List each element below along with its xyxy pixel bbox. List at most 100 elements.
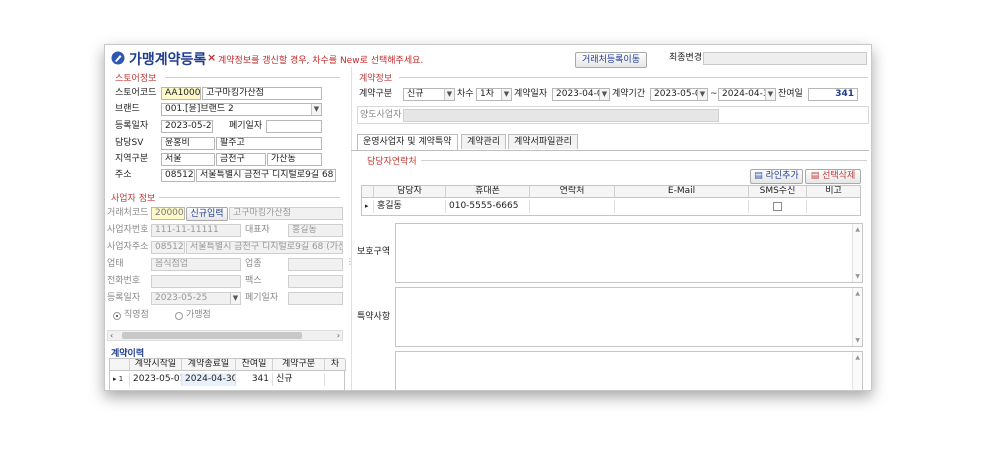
store-section-title: 스토어정보 [115, 74, 157, 84]
new-entry-button[interactable]: 신규입력 [186, 207, 228, 221]
region1-field[interactable]: 서울 [161, 153, 215, 166]
horizontal-scrollbar[interactable]: ‹ › [107, 330, 343, 341]
client-name-field[interactable]: 고구마킹가산점 [229, 207, 343, 220]
store-name-field[interactable]: 고구마킹가산점 [202, 87, 322, 100]
chevron-down-icon[interactable]: ▼ [855, 337, 860, 344]
client-code-field[interactable]: 200000 [151, 207, 185, 220]
zip-field[interactable]: 08512 [161, 169, 195, 182]
direct-store-radio[interactable] [113, 312, 121, 320]
sv-label: 담당SV [115, 138, 144, 148]
bizno-field[interactable]: 111-11-11111 [151, 224, 241, 237]
special-terms-textarea[interactable]: ▲ ▼ [395, 287, 863, 347]
chevron-up-icon[interactable]: ▲ [855, 226, 860, 233]
closedate-field[interactable] [266, 120, 322, 133]
ceo-field[interactable]: 홍길동 [288, 224, 343, 237]
tab-contract-files[interactable]: 계약서파일관리 [508, 134, 578, 149]
vertical-scrollbar[interactable]: ▲ [852, 352, 862, 390]
sms-checkbox[interactable] [773, 202, 782, 211]
chevron-down-icon[interactable]: ▼ [599, 89, 609, 100]
protect-zone-label: 보호구역 [357, 247, 391, 257]
tab-contract-manage[interactable]: 계약관리 [461, 134, 507, 149]
regdate-label: 등록일자 [115, 121, 149, 131]
biz-regdate-field[interactable]: 2023-05-25 ▼ [151, 292, 241, 305]
region2-field[interactable]: 금천구 [216, 153, 266, 166]
chevron-down-icon[interactable]: ▼ [230, 293, 240, 304]
grid-header: 담당자 [374, 186, 446, 198]
grid-header: E-Mail [615, 186, 749, 198]
bizzip-field[interactable]: 08512 [151, 241, 185, 254]
grid-cell[interactable] [807, 200, 860, 213]
store-code-label: 스토어코드 [115, 88, 157, 98]
grid-cell[interactable]: 341 [236, 373, 273, 386]
chevron-down-icon[interactable]: ▼ [311, 104, 321, 115]
brand-label: 브랜드 [115, 104, 140, 114]
contract-date-field[interactable]: 2023-04-01 ▼ [552, 88, 610, 101]
chevron-down-icon[interactable]: ▼ [765, 89, 775, 100]
row-indicator-icon: ▸ 1 [110, 373, 130, 386]
scrollbar-thumb[interactable] [122, 332, 302, 339]
add-row-icon: ▤ [754, 171, 763, 181]
bizaddr-field[interactable]: 서울특별시 금천구 디지털로9길 68 (가산 [186, 241, 343, 254]
ceo-label: 대표자 [245, 225, 270, 235]
franchise-radio[interactable] [175, 312, 183, 320]
row-number: 1 [118, 375, 124, 383]
phone-field[interactable] [151, 275, 241, 288]
period-start-field[interactable]: 2023-05-01 ▼ [650, 88, 708, 101]
vertical-scrollbar[interactable]: ▲ ▼ [852, 288, 862, 346]
period-end-field[interactable]: 2024-04-30 ▼ [718, 88, 776, 101]
grid-header: 비고 [807, 186, 860, 198]
round-value: 1차 [480, 89, 495, 99]
transfer-field[interactable] [403, 109, 719, 122]
tab-operator[interactable]: 운영사업자 및 계약특약 [357, 134, 458, 150]
client-code-label: 거래처코드 [107, 208, 149, 218]
contract-kind-select[interactable]: 신규 ▼ [403, 88, 455, 101]
chevron-up-icon[interactable]: ▲ [855, 290, 860, 297]
round-label: 차수 [457, 89, 474, 99]
biz-regdate-label: 등록일자 [107, 293, 141, 303]
biztype-label: 업태 [107, 259, 124, 269]
bizaddr-label: 사업자주소 [107, 242, 149, 252]
address-field[interactable]: 서울특별시 금천구 디지털로9길 68 [196, 169, 336, 182]
grid-cell[interactable]: 010-5555-6665 [446, 200, 530, 213]
grid-header: SMS수신 [749, 186, 807, 198]
franchise-label: 가맹점 [186, 310, 211, 320]
store-code-field[interactable]: AA1000 [161, 87, 201, 100]
regdate-field[interactable]: 2023-05-25 [161, 120, 213, 133]
region-label: 지역구분 [115, 154, 149, 164]
grid-cell[interactable]: 2023-05-01 [130, 373, 182, 386]
protect-zone-textarea[interactable]: ▲ ▼ [395, 223, 863, 283]
add-line-label: 라인추가 [765, 171, 799, 181]
chevron-down-icon[interactable]: ▼ [855, 273, 860, 280]
sv-field[interactable]: 윤홍비 [161, 137, 215, 150]
fax-field[interactable] [288, 275, 343, 288]
chevron-right-icon[interactable]: › [337, 331, 340, 340]
region3-field[interactable]: 가산동 [267, 153, 322, 166]
brand-select[interactable]: 001.[윤]브랜드 2 ▼ [161, 103, 322, 116]
chevron-down-icon[interactable]: ▼ [697, 89, 707, 100]
go-client-button[interactable]: 거래처등록이동 [575, 52, 647, 68]
biztype-field[interactable]: 음식점업 [151, 258, 241, 271]
grid-cell[interactable]: 홍길동 [374, 200, 446, 213]
warning-icon: × [207, 51, 217, 64]
chevron-up-icon[interactable]: ▲ [855, 354, 860, 361]
grid-cell[interactable] [615, 200, 749, 213]
add-line-button[interactable]: ▤ 라인추가 [750, 169, 803, 184]
tab-strip: 운영사업자 및 계약특약 계약관리 계약서파일관리 [357, 134, 869, 150]
grid-cell[interactable]: 2024-04-30 [182, 373, 236, 386]
extra-textarea[interactable]: ▲ [395, 351, 863, 390]
round-select[interactable]: 1차 ▼ [476, 88, 512, 101]
biz-closedate-field[interactable] [288, 292, 343, 305]
vertical-scrollbar[interactable]: ▲ ▼ [852, 224, 862, 282]
grid-header: 계약시작일 [130, 359, 182, 371]
grid-cell[interactable] [530, 200, 615, 213]
chevron-down-icon[interactable]: ▼ [501, 89, 511, 100]
grid-header: 차 [325, 359, 346, 371]
chevron-left-icon[interactable]: ‹ [110, 331, 113, 340]
grid-cell[interactable]: 신규 [273, 373, 325, 386]
remain-label: 잔여일 [778, 89, 803, 99]
bizitem-field[interactable] [288, 258, 343, 271]
sv2-field[interactable]: 팔주고 [216, 137, 322, 150]
chevron-down-icon[interactable]: ▼ [444, 89, 454, 100]
grid-cell [749, 200, 807, 213]
delete-selected-button[interactable]: ▤ 선택삭제 [805, 169, 861, 184]
